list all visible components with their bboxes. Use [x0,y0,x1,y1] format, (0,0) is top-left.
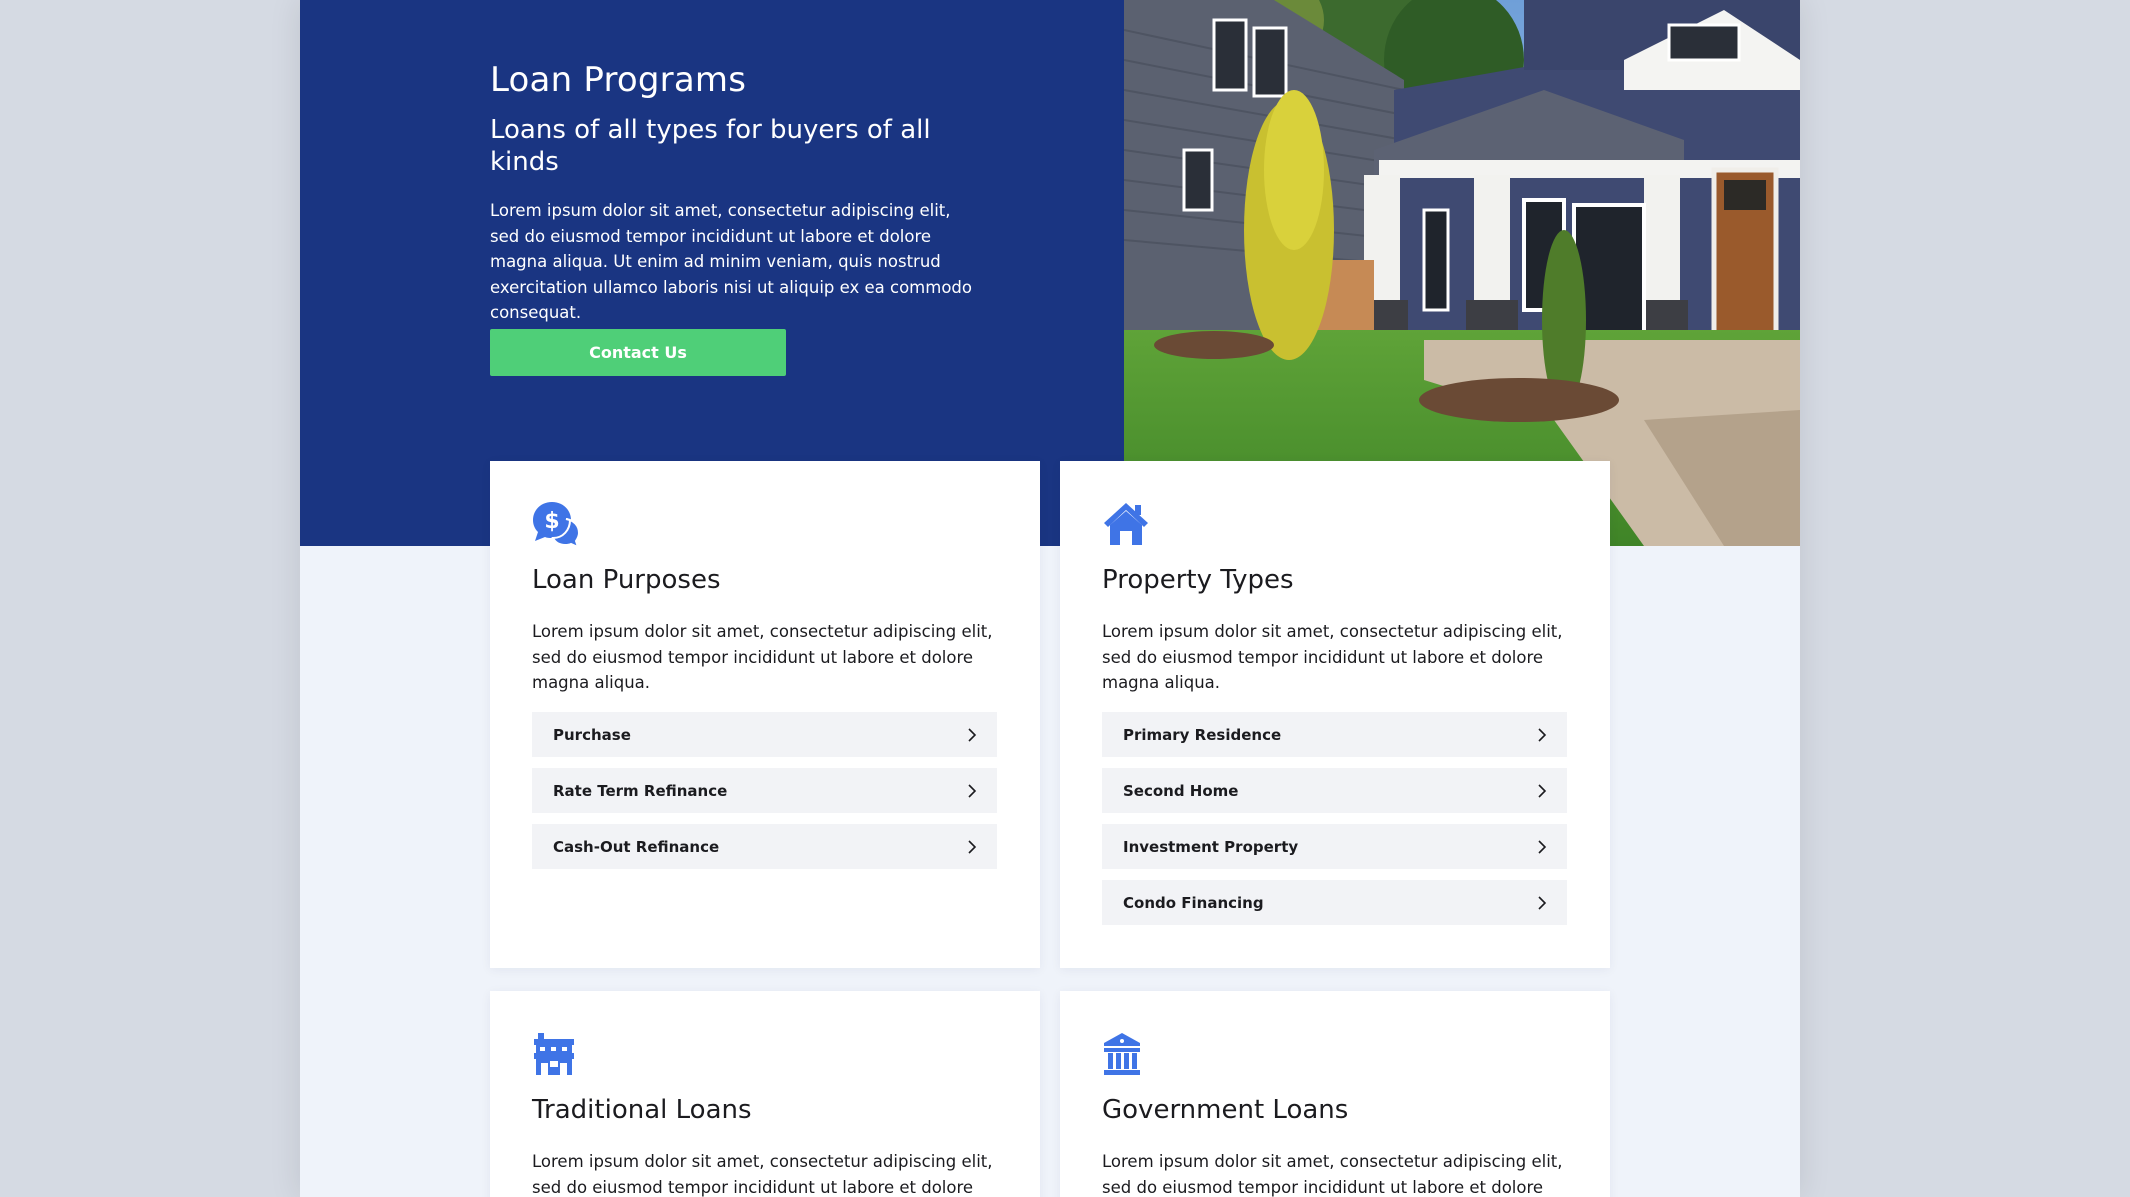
link-investment-property[interactable]: Investment Property [1102,824,1567,869]
contact-us-button[interactable]: Contact Us [490,329,786,376]
link-condo-financing[interactable]: Condo Financing [1102,880,1567,925]
hero-subtitle: Loans of all types for buyers of all kin… [490,115,931,177]
card-title: Traditional Loans [532,1095,752,1125]
money-chat-icon: $ [533,502,580,547]
link-list: Purchase Rate Term Refinance Cash-Out Re… [532,712,997,880]
card-title: Loan Purposes [532,565,721,595]
link-label: Cash-Out Refinance [553,837,720,856]
link-label: Rate Term Refinance [553,781,728,800]
chevron-right-icon [1538,783,1547,798]
link-label: Purchase [553,725,631,744]
card-description: Lorem ipsum dolor sit amet, consectetur … [532,1152,993,1197]
card-loan-purposes: $ Loan Purposes Lorem ipsum dolor sit am… [490,461,1040,968]
link-cash-out-refinance[interactable]: Cash-Out Refinance [532,824,997,869]
chevron-right-icon [968,783,977,798]
link-label: Second Home [1123,781,1239,800]
svg-text:$: $ [544,509,559,534]
card-title: Government Loans [1102,1095,1349,1125]
card-description: Lorem ipsum dolor sit amet, consectetur … [532,622,993,692]
page: Loan Programs Loans of all types for buy… [300,0,1800,1197]
card-government-loans: Government Loans Lorem ipsum dolor sit a… [1060,991,1610,1197]
link-label: Primary Residence [1123,725,1282,744]
link-rate-term-refinance[interactable]: Rate Term Refinance [532,768,997,813]
card-description: Lorem ipsum dolor sit amet, consectetur … [1102,622,1563,692]
link-primary-residence[interactable]: Primary Residence [1102,712,1567,757]
hero-body: Lorem ipsum dolor sit amet, consectetur … [490,201,972,322]
storefront-icon [534,1033,574,1075]
link-list: Primary Residence Second Home Investment… [1102,712,1567,936]
bank-building-icon [1104,1033,1140,1075]
chevron-right-icon [1538,895,1547,910]
card-traditional-loans: Traditional Loans Lorem ipsum dolor sit … [490,991,1040,1197]
chevron-right-icon [968,839,977,854]
card-description: Lorem ipsum dolor sit amet, consectetur … [1102,1152,1563,1197]
chevron-right-icon [968,727,977,742]
link-label: Condo Financing [1123,893,1264,912]
chevron-right-icon [1538,727,1547,742]
link-purchase[interactable]: Purchase [532,712,997,757]
card-property-types: Property Types Lorem ipsum dolor sit ame… [1060,461,1610,968]
link-second-home[interactable]: Second Home [1102,768,1567,813]
hero-title: Loan Programs [490,60,747,100]
chevron-right-icon [1538,839,1547,854]
link-label: Investment Property [1123,837,1299,856]
house-icon [1104,503,1148,545]
card-title: Property Types [1102,565,1294,595]
